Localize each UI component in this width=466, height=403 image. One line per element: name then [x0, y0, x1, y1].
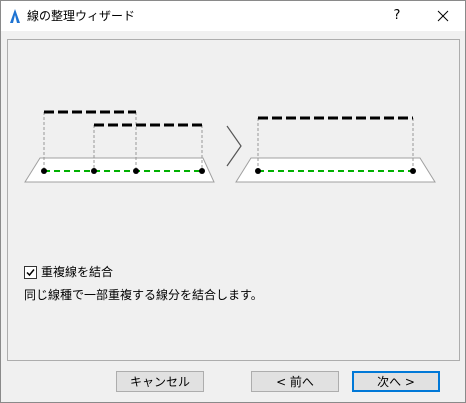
merge-lines-diagram	[24, 110, 436, 183]
before-illustration	[24, 110, 215, 183]
merge-description: 同じ線種で一部重複する線分を結合します。	[24, 288, 263, 302]
title-bar: 線の整理ウィザード ?	[1, 1, 465, 31]
checkmark-icon	[26, 268, 35, 276]
window-title: 線の整理ウィザード	[27, 9, 136, 23]
next-button[interactable]: 次へ >	[352, 371, 440, 392]
wizard-window: 線の整理ウィザード ? 重複線を結合 同じ線種で一部重複する線分を結合します。 …	[0, 0, 466, 403]
arrow-right-icon	[226, 125, 242, 167]
merge-checkbox-label[interactable]: 重複線を結合	[41, 264, 113, 280]
merge-checkbox[interactable]	[24, 265, 37, 279]
close-icon	[437, 10, 449, 22]
cancel-button[interactable]: キャンセル	[116, 371, 204, 392]
back-button[interactable]: < 前へ	[251, 371, 339, 392]
after-illustration	[235, 116, 436, 183]
app-icon	[10, 9, 20, 23]
help-button[interactable]: ?	[377, 1, 417, 31]
merge-checkbox-row[interactable]: 重複線を結合	[24, 264, 113, 280]
close-button[interactable]	[421, 1, 465, 31]
wizard-content-panel: 重複線を結合 同じ線種で一部重複する線分を結合します。	[7, 39, 460, 361]
